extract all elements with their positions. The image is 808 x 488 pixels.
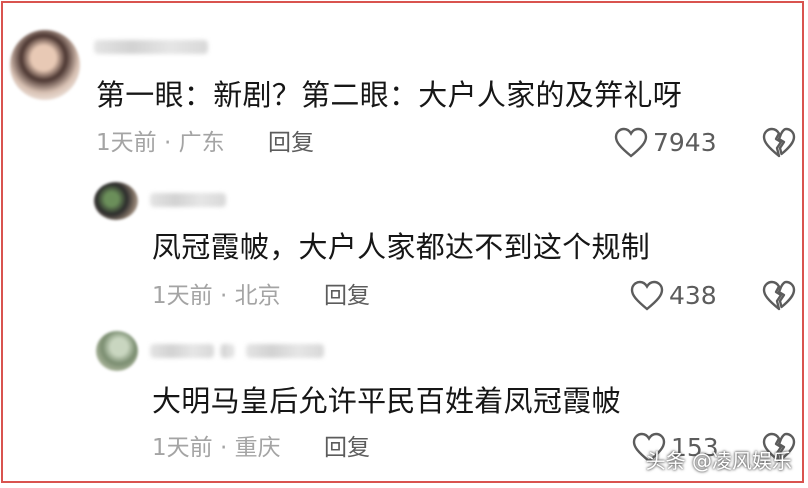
- username-blurred[interactable]: [94, 40, 208, 54]
- comment-text: 大明马皇后允许平民百姓着凤冠霞帔: [152, 384, 621, 418]
- comment-time-location: 1天前 · 广东: [96, 130, 225, 156]
- username-blurred[interactable]: [220, 344, 234, 358]
- heart-outline-icon[interactable]: [630, 280, 664, 312]
- like-count: 438: [669, 281, 717, 310]
- avatar[interactable]: [96, 331, 138, 371]
- reply-button[interactable]: 回复: [324, 433, 370, 463]
- broken-heart-icon[interactable]: [762, 127, 796, 159]
- reply-button[interactable]: 回复: [268, 128, 314, 158]
- comment-time-location: 1天前 · 北京: [152, 283, 281, 309]
- comment-time-location: 1天前 · 重庆: [152, 435, 281, 461]
- comment-text: 第一眼：新剧？第二眼：大户人家的及笄礼呀: [96, 78, 683, 112]
- broken-heart-icon[interactable]: [762, 280, 796, 312]
- username-blurred[interactable]: [246, 344, 324, 358]
- username-blurred[interactable]: [150, 193, 226, 207]
- like-count: 7943: [653, 128, 717, 157]
- comment-text: 凤冠霞帔，大户人家都达不到这个规制: [152, 230, 651, 264]
- avatar[interactable]: [94, 182, 138, 220]
- heart-outline-icon[interactable]: [614, 127, 648, 159]
- source-watermark: 头条 @凌风娱乐: [645, 449, 792, 473]
- avatar[interactable]: [10, 30, 80, 100]
- reply-button[interactable]: 回复: [324, 281, 370, 311]
- username-blurred[interactable]: [150, 344, 214, 358]
